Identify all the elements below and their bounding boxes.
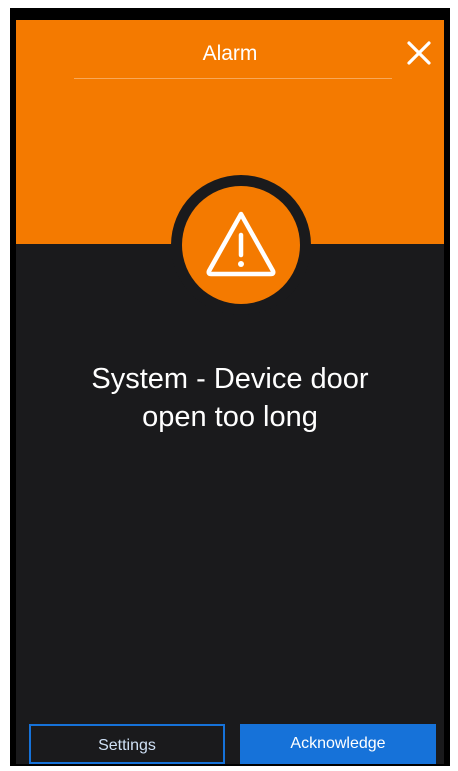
warning-triangle-icon — [206, 211, 276, 277]
alarm-dialog: Alarm System - Device door open too long — [16, 20, 444, 764]
alarm-message: System - Device door open too long — [16, 360, 444, 436]
acknowledge-button[interactable]: Acknowledge — [240, 724, 436, 764]
settings-button[interactable]: Settings — [29, 724, 225, 764]
close-icon — [407, 41, 431, 65]
alert-circle — [182, 186, 300, 304]
alarm-message-line-1: System - Device door — [91, 363, 369, 395]
alert-badge — [171, 175, 311, 315]
alarm-message-line-2: open too long — [142, 401, 318, 433]
device-screen: Alarm System - Device door open too long — [10, 8, 450, 766]
dialog-title: Alarm — [202, 42, 258, 65]
close-button[interactable] — [404, 38, 434, 68]
title-divider — [74, 78, 392, 79]
